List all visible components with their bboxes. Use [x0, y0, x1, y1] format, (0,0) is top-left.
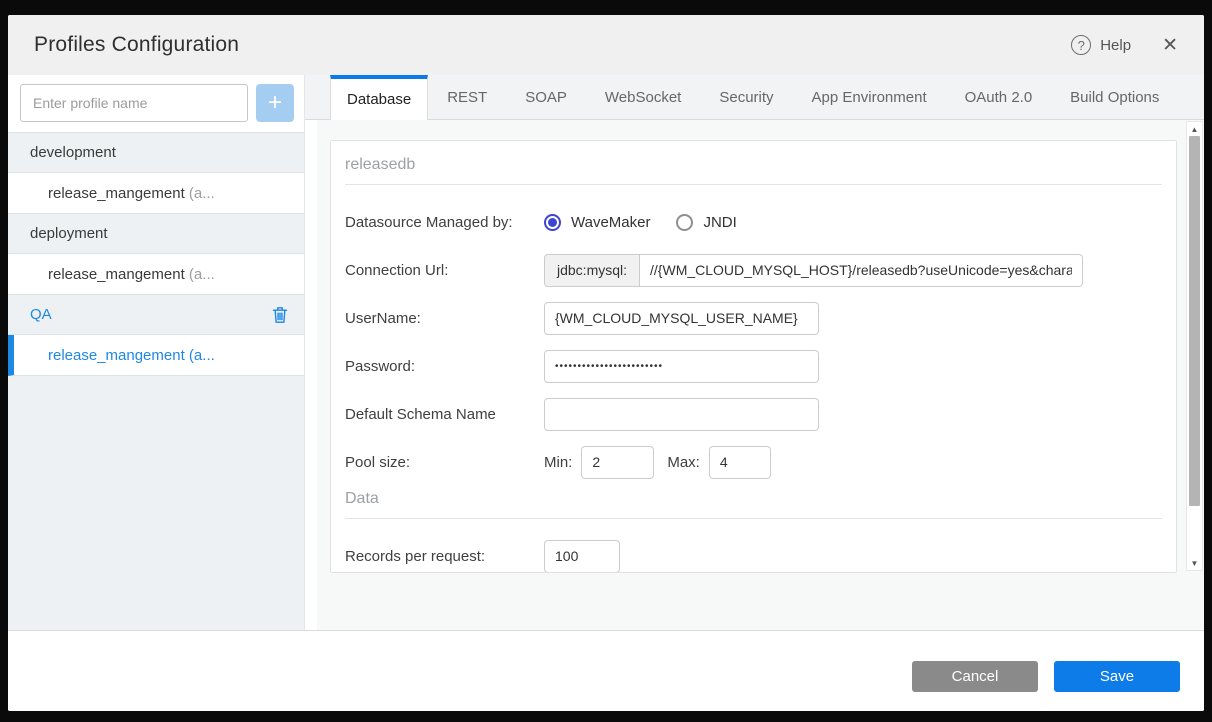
pool-min-label: Min:	[544, 453, 573, 471]
scroll-down-icon[interactable]: ▼	[1187, 556, 1202, 570]
section-divider	[345, 184, 1162, 185]
tab-security[interactable]: Security	[700, 75, 792, 119]
save-button[interactable]: Save	[1054, 661, 1180, 692]
radio-wavemaker[interactable]: WaveMaker	[544, 213, 651, 231]
help-link[interactable]: Help	[1100, 37, 1131, 54]
service-label-suffix: (a...	[184, 346, 215, 364]
datasource-row: Datasource Managed by: WaveMaker JNDI	[345, 205, 1162, 239]
radio-jndi[interactable]: JNDI	[676, 213, 737, 231]
vertical-scrollbar[interactable]: ▲ ▼	[1186, 121, 1203, 571]
service-label: release_mangement	[48, 265, 185, 283]
header-actions: ? Help ✕	[1071, 34, 1178, 57]
connection-url-row: Connection Url: jdbc:mysql:	[345, 253, 1162, 287]
password-label: Password:	[345, 357, 416, 375]
profiles-configuration-dialog: Profiles Configuration ? Help ✕ + develo…	[8, 15, 1204, 711]
section-divider	[345, 518, 1162, 519]
tab-oauth[interactable]: OAuth 2.0	[946, 75, 1052, 119]
radio-unselected-icon	[676, 213, 694, 231]
schema-row: Default Schema Name	[345, 397, 1162, 431]
tab-database[interactable]: Database	[330, 75, 429, 120]
tab-bar: Database REST SOAP WebSocket Security Ap…	[305, 75, 1204, 120]
sidebar-item-development[interactable]: development	[8, 132, 304, 173]
tab-soap[interactable]: SOAP	[506, 75, 586, 119]
records-input[interactable]	[544, 539, 620, 572]
pool-max-input[interactable]	[708, 445, 771, 479]
scroll-up-icon[interactable]: ▲	[1187, 122, 1202, 136]
connection-url-label: Connection Url:	[345, 261, 449, 279]
tab-app-environment[interactable]: App Environment	[793, 75, 946, 119]
service-label-suffix: (a...	[184, 265, 215, 283]
profile-name-input[interactable]	[20, 84, 248, 122]
sidebar-item-release-mangement-deploy[interactable]: release_mangement (a...	[8, 254, 304, 295]
datasource-radio-group: WaveMaker JNDI	[544, 213, 737, 231]
password-input[interactable]	[544, 349, 819, 383]
tab-content: releasedb Datasource Managed by: WaveMak…	[305, 120, 1204, 630]
scrollbar-thumb[interactable]	[1189, 136, 1200, 506]
db-section-title: releasedb	[345, 156, 416, 173]
database-form-card: releasedb Datasource Managed by: WaveMak…	[330, 140, 1177, 573]
service-label: release_mangement	[48, 184, 185, 202]
profile-label: development	[30, 144, 116, 161]
add-profile-button[interactable]: +	[256, 84, 294, 122]
sidebar-item-release-mangement-dev[interactable]: release_mangement (a...	[8, 173, 304, 214]
username-input[interactable]	[544, 301, 819, 335]
dialog-title: Profiles Configuration	[34, 33, 240, 56]
tab-build-options[interactable]: Build Options	[1051, 75, 1178, 119]
profile-list: development release_mangement (a... depl…	[8, 132, 304, 630]
schema-input[interactable]	[544, 397, 819, 431]
dialog-header: Profiles Configuration ? Help ✕	[8, 15, 1204, 75]
username-row: UserName:	[345, 301, 1162, 335]
records-label: Records per request:	[345, 547, 486, 565]
service-label-suffix: (a...	[184, 184, 215, 202]
pool-min-input[interactable]	[581, 445, 655, 479]
sidebar-item-deployment[interactable]: deployment	[8, 213, 304, 254]
profile-add-row: +	[8, 75, 304, 133]
datasource-label: Datasource Managed by:	[345, 213, 513, 231]
sidebar-filler	[8, 376, 304, 630]
cancel-button[interactable]: Cancel	[912, 661, 1038, 692]
password-row: Password:	[345, 349, 1162, 383]
delete-profile-icon[interactable]	[272, 306, 288, 324]
profiles-sidebar: + development release_mangement (a... de…	[8, 75, 305, 630]
radio-jndi-label: JNDI	[703, 213, 737, 231]
pool-max-label: Max:	[667, 453, 700, 471]
service-label: release_mangement	[48, 346, 185, 364]
pool-size-row: Pool size: Min: Max:	[345, 445, 1162, 479]
dialog-footer: Cancel Save	[8, 630, 1204, 711]
username-label: UserName:	[345, 309, 421, 327]
schema-label: Default Schema Name	[345, 405, 496, 423]
connection-url-input[interactable]	[640, 253, 1084, 287]
radio-selected-icon	[544, 213, 561, 231]
profile-label: QA	[30, 306, 52, 323]
profile-label: deployment	[30, 225, 108, 242]
tab-websocket[interactable]: WebSocket	[586, 75, 700, 119]
radio-wavemaker-label: WaveMaker	[571, 213, 651, 231]
close-icon[interactable]: ✕	[1162, 34, 1178, 57]
records-row: Records per request:	[345, 539, 1162, 572]
tab-rest[interactable]: REST	[428, 75, 506, 119]
pool-size-label: Pool size:	[345, 453, 411, 471]
help-icon[interactable]: ?	[1071, 35, 1092, 55]
connection-url-prefix: jdbc:mysql:	[544, 253, 641, 287]
data-section-title: Data	[345, 490, 379, 507]
main-panel: Database REST SOAP WebSocket Security Ap…	[305, 75, 1204, 630]
dialog-body: + development release_mangement (a... de…	[8, 75, 1204, 630]
sidebar-item-release-mangement-qa[interactable]: release_mangement (a...	[8, 335, 304, 376]
sidebar-item-qa[interactable]: QA	[8, 294, 304, 335]
